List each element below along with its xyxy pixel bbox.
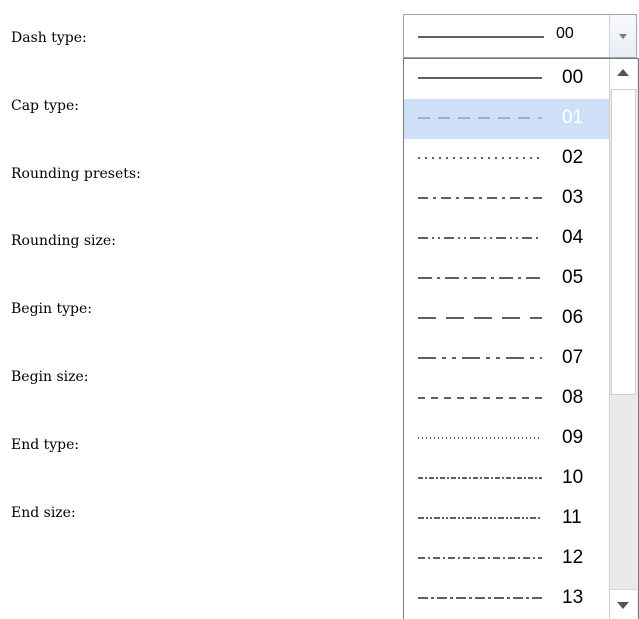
option-code: 04 — [562, 227, 584, 248]
line-sample — [418, 597, 542, 599]
label-begin-type: Begin type: — [11, 301, 92, 317]
option-code: 00 — [562, 67, 584, 88]
combo-value: 00 — [556, 25, 574, 42]
option-code: 12 — [562, 547, 584, 568]
combo-line-sample — [418, 36, 544, 38]
option-code: 08 — [562, 387, 584, 408]
line-sample — [418, 557, 542, 559]
dropdown-arrow-button[interactable] — [609, 15, 636, 57]
dash-option-13[interactable]: 13 — [404, 579, 610, 619]
label-dash-type: Dash type: — [11, 30, 87, 46]
dash-option-02[interactable]: 02 — [404, 139, 610, 179]
line-sample — [418, 397, 542, 399]
dash-option-05[interactable]: 05 — [404, 259, 610, 299]
option-code: 02 — [562, 147, 584, 168]
scroll-down-icon — [617, 602, 629, 609]
option-code: 13 — [562, 587, 584, 608]
line-sample — [418, 237, 542, 239]
dash-option-01[interactable]: 01 — [404, 99, 610, 139]
chevron-down-icon — [619, 34, 627, 39]
dash-type-dropdown-list[interactable]: 00 01 02 03 04 05 06 07 08 09 10 11 12 13 — [403, 58, 639, 619]
dash-option-06[interactable]: 06 — [404, 299, 610, 339]
option-code: 07 — [562, 347, 584, 368]
label-rounding-size: Rounding size: — [11, 233, 116, 249]
line-sample — [418, 437, 542, 439]
line-sample — [418, 317, 542, 319]
dropdown-items: 00 01 02 03 04 05 06 07 08 09 10 11 12 13 — [404, 59, 610, 619]
dash-option-04[interactable]: 04 — [404, 219, 610, 259]
option-code: 11 — [562, 507, 582, 528]
scrollbar[interactable] — [609, 59, 638, 619]
scroll-thumb[interactable] — [611, 89, 636, 395]
label-end-size: End size: — [11, 505, 76, 521]
dash-option-11[interactable]: 11 — [404, 499, 610, 539]
dash-option-09[interactable]: 09 — [404, 419, 610, 459]
option-code: 06 — [562, 307, 584, 328]
option-code: 01 — [562, 107, 584, 128]
option-code: 05 — [562, 267, 584, 288]
line-sample — [418, 77, 542, 79]
option-code: 10 — [562, 467, 584, 488]
dash-option-12[interactable]: 12 — [404, 539, 610, 579]
line-sample — [418, 197, 542, 199]
dash-option-08[interactable]: 08 — [404, 379, 610, 419]
label-begin-size: Begin size: — [11, 369, 89, 385]
line-sample — [418, 157, 542, 159]
line-sample — [418, 277, 542, 279]
line-sample — [418, 517, 542, 519]
dash-option-03[interactable]: 03 — [404, 179, 610, 219]
dash-option-10[interactable]: 10 — [404, 459, 610, 499]
scroll-up-icon — [617, 69, 629, 76]
scroll-up-button[interactable] — [610, 59, 637, 90]
line-sample — [418, 357, 542, 359]
option-code: 09 — [562, 427, 584, 448]
dash-type-combobox[interactable]: 00 — [403, 14, 637, 58]
label-rounding-presets: Rounding presets: — [11, 166, 141, 182]
label-cap-type: Cap type: — [11, 98, 79, 114]
dash-option-00[interactable]: 00 — [404, 59, 610, 99]
scroll-down-button[interactable] — [610, 589, 637, 619]
label-end-type: End type: — [11, 437, 80, 453]
line-sample — [418, 477, 542, 479]
dash-option-07[interactable]: 07 — [404, 339, 610, 379]
option-code: 03 — [562, 187, 584, 208]
line-sample — [418, 117, 542, 119]
